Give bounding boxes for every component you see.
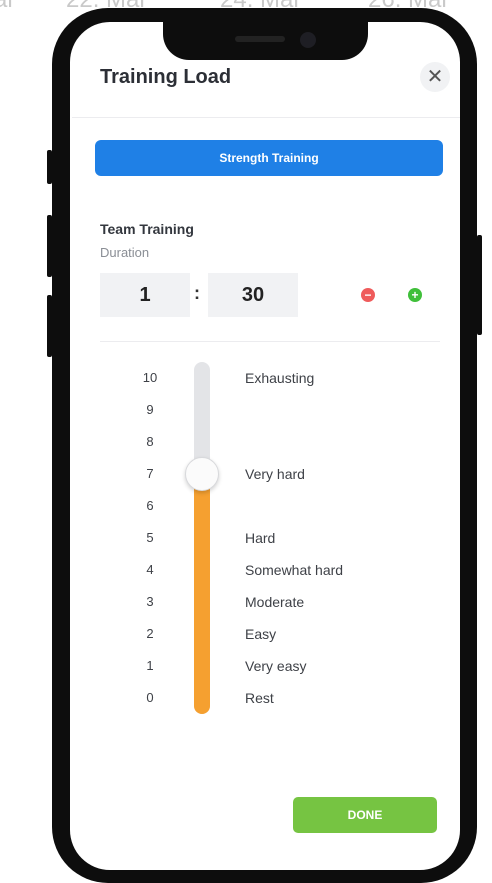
level-label: Easy [245,626,277,642]
modal-title: Training Load [100,66,232,88]
level-number: 6 [146,498,154,513]
increment-button[interactable]: + [408,288,422,302]
level-number: 10 [142,370,158,385]
level-number: 9 [146,402,154,417]
level-label: Somewhat hard [245,562,344,578]
level-label: Very easy [245,658,307,674]
level-label: Very hard [245,466,305,482]
minutes-field[interactable]: 30 [208,273,298,317]
level-label: Exhausting [245,370,315,386]
minus-icon: − [364,288,372,302]
volume-down-button [47,295,52,357]
duration-label: Duration [100,245,150,260]
rpe-slider-fill [194,474,210,714]
decrement-button[interactable]: − [361,288,375,302]
level-label: Moderate [245,594,305,610]
header-divider [72,117,460,118]
level-number: 7 [146,466,154,481]
close-button[interactable]: ✕ [420,62,450,92]
level-number: 4 [146,562,154,577]
hours-field[interactable]: 1 [100,273,190,317]
done-button[interactable]: DONE [293,797,437,833]
power-button [477,235,482,335]
level-number: 8 [146,434,154,449]
level-number: 3 [146,594,154,609]
level-label: Rest [245,690,274,706]
level-label: Hard [245,530,276,546]
volume-up-button [47,215,52,277]
notch [163,20,368,60]
rpe-slider-handle[interactable] [185,457,219,491]
level-number: 2 [146,626,154,641]
date-label: al [0,0,13,14]
section-title: Team Training [100,221,194,237]
time-separator: : [194,283,200,303]
level-number: 0 [146,690,154,705]
plus-icon: + [411,288,419,302]
speaker [235,36,285,42]
front-camera [300,32,316,48]
mute-switch [47,150,52,184]
level-number: 5 [146,530,154,545]
level-number: 1 [146,658,154,673]
close-icon: ✕ [426,66,444,88]
section-divider [100,341,440,342]
training-type-button[interactable]: Strength Training [95,140,443,176]
